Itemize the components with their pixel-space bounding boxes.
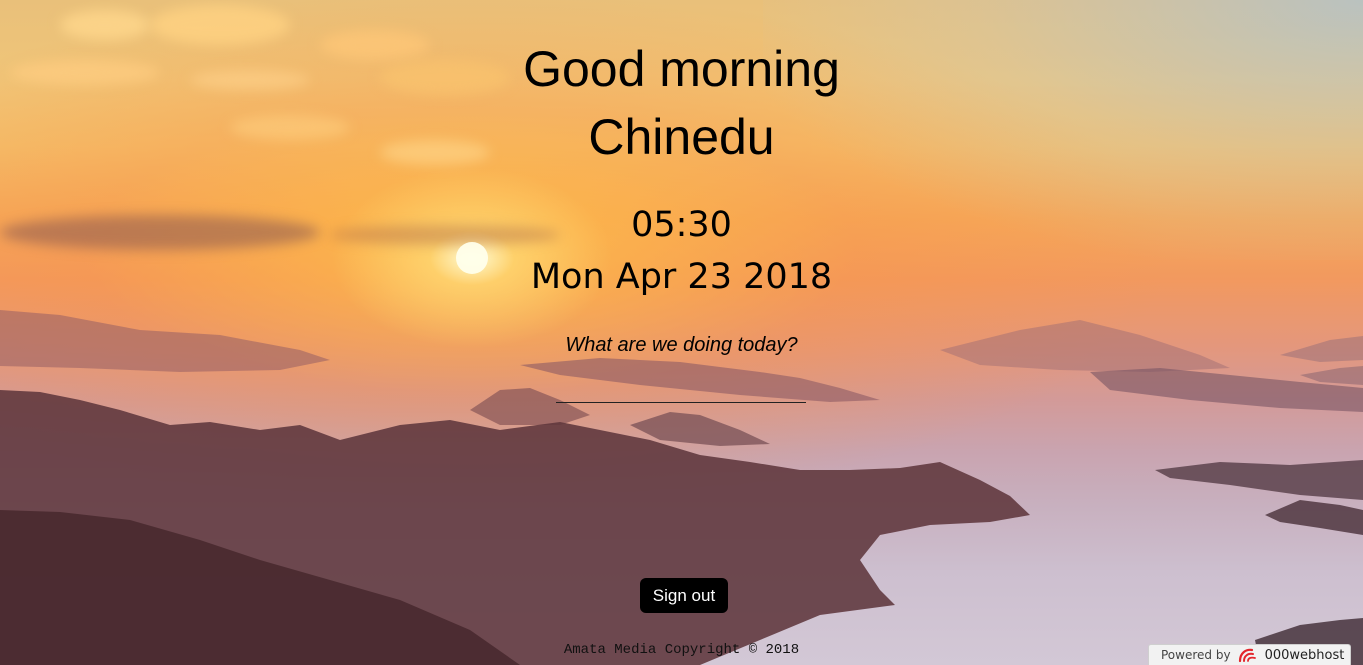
clock-date: Mon Apr 23 2018 bbox=[530, 257, 833, 297]
host-badge[interactable]: Powered by 000webhost bbox=[1148, 644, 1351, 665]
greeting-salutation: Good morning bbox=[523, 41, 840, 97]
focus-input[interactable] bbox=[556, 377, 806, 403]
clock-time: 05:30 bbox=[631, 205, 732, 245]
host-badge-prefix: Powered by bbox=[1161, 648, 1231, 662]
greeting-name: Chinedu bbox=[588, 109, 775, 165]
sign-out-button[interactable]: Sign out bbox=[640, 578, 728, 613]
focus-prompt: What are we doing today? bbox=[565, 334, 798, 356]
host-badge-brand: 000webhost bbox=[1264, 647, 1345, 663]
000webhost-logo-icon bbox=[1237, 647, 1259, 663]
